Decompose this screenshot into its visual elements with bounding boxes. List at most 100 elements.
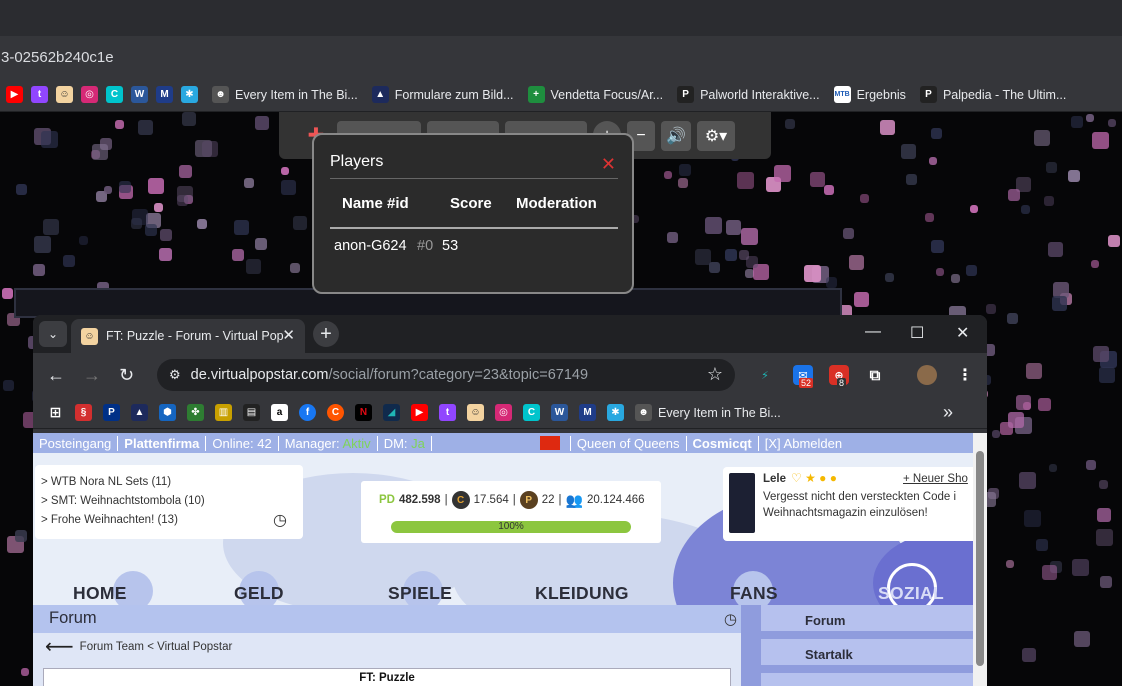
puzzle-piece[interactable]	[15, 530, 27, 542]
forward-arrow-icon[interactable]: →	[83, 365, 101, 386]
maximize-icon[interactable]: ☐	[910, 323, 924, 343]
window-close-icon[interactable]: ✕	[956, 323, 969, 343]
hex-icon[interactable]: ⬢	[159, 404, 176, 421]
address-bar[interactable]: ⚙ de.virtualpopstar.com /social/forum?ca…	[157, 359, 735, 391]
avatar[interactable]	[729, 473, 755, 533]
profile-name[interactable]: Lele	[763, 473, 786, 485]
puzzle-piece[interactable]	[1026, 363, 1042, 379]
puzzle-piece[interactable]	[79, 236, 88, 245]
puzzle-piece[interactable]	[1019, 472, 1036, 489]
nav-spiele[interactable]: SPIELE	[388, 583, 452, 604]
puzzle-piece[interactable]	[1072, 559, 1089, 576]
settings-gear-icon[interactable]: ⚙▾	[697, 120, 735, 151]
word-icon[interactable]: W	[551, 404, 568, 421]
puzzle-piece[interactable]	[880, 120, 895, 135]
column-header-name[interactable]: Name #id	[342, 195, 409, 212]
puzzle-piece[interactable]	[1099, 367, 1115, 383]
flag-icon[interactable]	[539, 436, 560, 450]
puzzle-piece[interactable]	[234, 220, 249, 235]
close-icon[interactable]: ✕	[282, 326, 295, 344]
sound-icon[interactable]: 🔊	[661, 120, 691, 151]
twitch-icon[interactable]: t	[439, 404, 456, 421]
mf-icon[interactable]: M	[156, 86, 173, 103]
puzzle-piece[interactable]	[705, 217, 722, 234]
side-menu-item[interactable]	[761, 673, 973, 686]
puzzle-piece[interactable]	[1092, 132, 1109, 149]
puzzle-piece[interactable]	[906, 174, 917, 185]
puzzle-piece[interactable]	[1008, 189, 1020, 201]
puzzle-piece[interactable]	[931, 240, 944, 253]
puzzle-piece[interactable]	[1044, 196, 1054, 206]
puzzle-piece[interactable]	[678, 178, 688, 188]
puzzle-piece[interactable]	[804, 265, 821, 282]
puzzle-piece[interactable]	[1023, 402, 1031, 410]
nav-geld[interactable]: GELD	[234, 583, 284, 604]
puzzle-icon[interactable]: ✱	[607, 404, 624, 421]
nav-fans[interactable]: FANS	[730, 583, 778, 604]
puzzle-piece[interactable]	[1049, 464, 1057, 472]
puzzle-piece[interactable]	[34, 236, 51, 253]
puzzle-piece[interactable]	[1048, 242, 1063, 257]
puzzle-piece[interactable]	[1022, 648, 1036, 662]
eagle-icon[interactable]: ▲	[131, 404, 148, 421]
puzzle-piece[interactable]	[810, 172, 825, 187]
puzzle-piece[interactable]	[785, 119, 795, 129]
username-link[interactable]: Cosmicqt	[687, 435, 759, 451]
back-arrow-icon[interactable]: ←	[47, 365, 65, 386]
side-menu-startalk[interactable]: Startalk	[761, 639, 973, 665]
puzzle-piece[interactable]	[16, 184, 27, 195]
puzzle-piece[interactable]	[824, 185, 834, 195]
puzzle-piece[interactable]	[885, 273, 894, 282]
nav-sozial[interactable]: SOZIAL	[878, 583, 944, 604]
profile-avatar[interactable]	[917, 365, 937, 385]
puzzle-piece[interactable]	[202, 141, 218, 157]
more-bookmarks-chevron-icon[interactable]: »	[943, 402, 953, 423]
puzzle-piece[interactable]	[1108, 235, 1120, 247]
puzzle-piece[interactable]	[725, 249, 737, 261]
clover-icon[interactable]: ✤	[187, 404, 204, 421]
puzzle-piece[interactable]	[119, 181, 131, 193]
puzzle-piece[interactable]	[901, 144, 916, 159]
amazon-icon[interactable]: a	[271, 404, 288, 421]
puzzle-icon[interactable]: ✱	[181, 86, 198, 103]
thread-link[interactable]: > SMT: Weihnachtstombola (10)	[41, 492, 297, 511]
bookmark-star-icon[interactable]: ☆	[707, 364, 723, 385]
puzzle-piece[interactable]	[293, 216, 307, 230]
nav-kleidung[interactable]: KLEIDUNG	[535, 583, 629, 604]
puzzle-piece[interactable]	[1021, 205, 1030, 214]
puzzle-piece[interactable]	[737, 172, 754, 189]
scrollbar[interactable]	[973, 433, 987, 686]
puzzle-piece[interactable]	[232, 249, 244, 261]
puzzle-piece[interactable]	[1006, 560, 1014, 568]
puzzle-piece[interactable]	[843, 228, 854, 239]
paypal-icon[interactable]: P	[103, 404, 120, 421]
bookmark-icon[interactable]: ◢	[383, 404, 400, 421]
puzzle-piece[interactable]	[1100, 576, 1112, 588]
puzzle-piece[interactable]	[43, 219, 59, 235]
bookmark-item[interactable]: MTB Ergebnis	[833, 86, 906, 103]
puzzle-piece[interactable]	[104, 186, 112, 194]
back-arrow-icon[interactable]: ⟵	[45, 637, 74, 657]
puzzle-piece[interactable]	[931, 128, 942, 139]
canva-icon[interactable]: C	[523, 404, 540, 421]
puzzle-piece[interactable]	[1036, 539, 1048, 551]
puzzle-piece[interactable]	[21, 668, 29, 676]
puzzle-piece[interactable]	[145, 224, 157, 236]
apps-grid-icon[interactable]: ⊞	[47, 404, 64, 421]
twitch-icon[interactable]: t	[31, 86, 48, 103]
youtube-icon[interactable]: ▶	[411, 404, 428, 421]
puzzle-piece[interactable]	[160, 229, 172, 241]
new-show-link[interactable]: + Neuer Sho	[903, 473, 968, 485]
puzzle-piece[interactable]	[246, 259, 261, 274]
puzzle-piece[interactable]	[929, 157, 937, 165]
puzzle-piece[interactable]	[281, 180, 296, 195]
bookmark-item[interactable]: ▲ Formulare zum Bild...	[371, 86, 514, 103]
puzzle-piece[interactable]	[2, 288, 13, 299]
puzzle-piece[interactable]	[159, 248, 172, 261]
puzzle-piece[interactable]	[1093, 346, 1109, 362]
new-tab-plus-icon[interactable]: +	[313, 321, 339, 347]
mf-icon[interactable]: M	[579, 404, 596, 421]
puzzle-piece[interactable]	[679, 164, 691, 176]
puzzle-piece[interactable]	[1071, 116, 1083, 128]
puzzle-piece[interactable]	[179, 165, 192, 178]
